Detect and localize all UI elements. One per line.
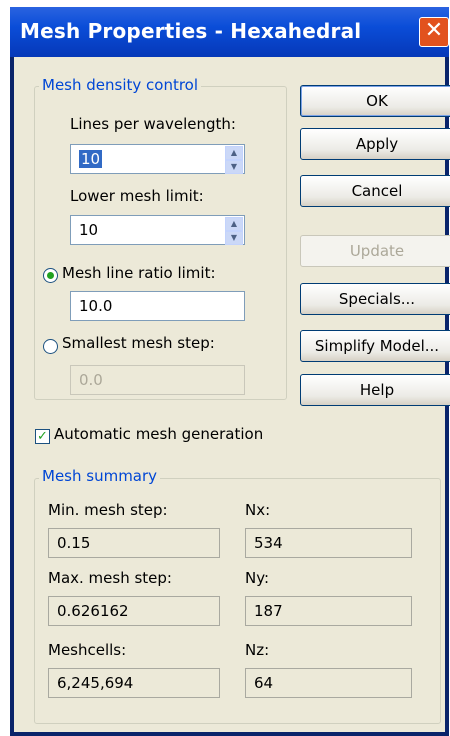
ny-field: 187 [245,596,412,626]
dialog-body: Mesh density control Lines per wavelengt… [14,57,450,732]
title-bar[interactable]: Mesh Properties - Hexahedral ✕ [10,7,449,57]
max-mesh-step-value: 0.626162 [57,602,129,620]
spin-up-icon[interactable]: ▲ [225,217,243,231]
mesh-density-group-label: Mesh density control [39,76,202,94]
min-mesh-step-label: Min. mesh step: [48,501,168,519]
max-mesh-step-field: 0.626162 [48,596,220,626]
ny-value: 187 [254,602,283,620]
mesh-line-ratio-field[interactable]: 10.0 [70,291,245,321]
automatic-mesh-label[interactable]: Automatic mesh generation [54,425,263,443]
min-mesh-step-value: 0.15 [57,534,91,552]
smallest-mesh-step-field: 0.0 [70,365,245,395]
automatic-mesh-checkbox[interactable]: ✓ [35,429,50,444]
meshcells-value: 6,245,694 [57,674,134,692]
meshcells-label: Meshcells: [48,641,127,659]
nz-value: 64 [254,674,274,692]
mesh-line-ratio-value: 10.0 [79,297,113,315]
nz-label: Nz: [245,641,270,659]
close-button[interactable]: ✕ [419,17,449,47]
mesh-line-ratio-radio[interactable] [43,268,58,283]
max-mesh-step-label: Max. mesh step: [48,569,172,587]
lines-per-wavelength-value: 10 [79,150,103,168]
lines-per-wavelength-label: Lines per wavelength: [70,115,236,133]
help-button[interactable]: Help [300,374,450,406]
nx-value: 534 [254,534,283,552]
dialog-window: Mesh Properties - Hexahedral ✕ Mesh dens… [10,7,450,736]
lines-per-wavelength-spinner[interactable]: ▲ ▼ [225,146,243,174]
lower-mesh-limit-spinner[interactable]: ▲ ▼ [225,217,243,245]
specials-button[interactable]: Specials... [300,283,450,315]
lower-mesh-limit-value: 10 [79,221,99,239]
cancel-button[interactable]: Cancel [300,175,450,207]
mesh-line-ratio-label[interactable]: Mesh line ratio limit: [62,264,216,282]
close-icon: ✕ [424,18,444,43]
min-mesh-step-field: 0.15 [48,528,220,558]
nx-field: 534 [245,528,412,558]
checkmark-icon: ✓ [37,429,48,444]
smallest-mesh-step-label[interactable]: Smallest mesh step: [62,334,215,352]
ny-label: Ny: [245,569,270,587]
meshcells-field: 6,245,694 [48,668,220,698]
spin-down-icon[interactable]: ▼ [225,160,243,174]
ok-button[interactable]: OK [300,85,450,117]
nx-label: Nx: [245,501,271,519]
mesh-summary-group-label: Mesh summary [39,467,161,485]
smallest-mesh-step-value: 0.0 [79,371,103,389]
nz-field: 64 [245,668,412,698]
smallest-mesh-step-radio[interactable] [43,339,58,354]
window-title: Mesh Properties - Hexahedral [20,19,362,43]
simplify-model-button[interactable]: Simplify Model... [300,330,450,362]
spin-up-icon[interactable]: ▲ [225,146,243,160]
spin-down-icon[interactable]: ▼ [225,231,243,245]
lower-mesh-limit-field[interactable]: 10 ▲ ▼ [70,215,245,245]
update-button: Update [300,235,450,267]
lines-per-wavelength-field[interactable]: 10 ▲ ▼ [70,144,245,174]
apply-button[interactable]: Apply [300,128,450,160]
lower-mesh-limit-label: Lower mesh limit: [70,187,204,205]
